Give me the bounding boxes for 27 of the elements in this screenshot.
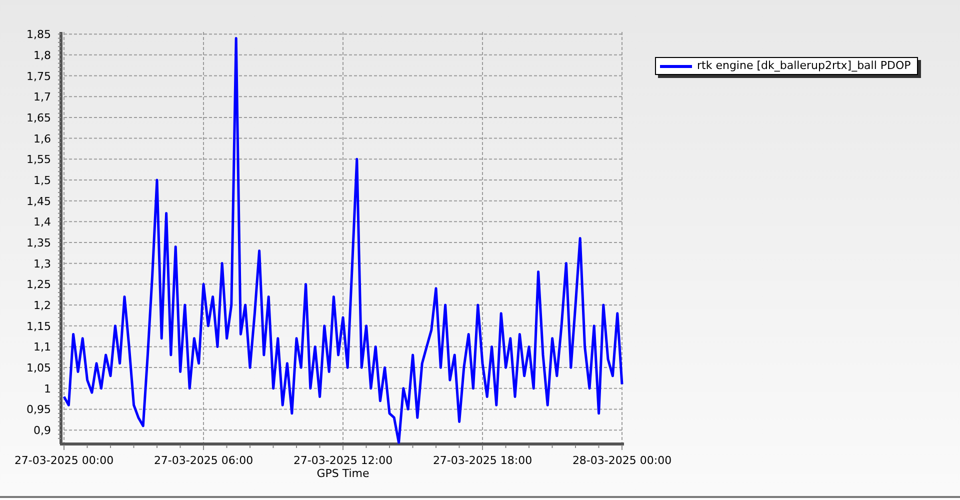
y-tick-label: 1,7 xyxy=(34,90,51,104)
y-tick-label: 1,85 xyxy=(26,28,51,42)
y-tick-label: 1 xyxy=(44,382,51,396)
x-tick-label: 27-03-2025 12:00 xyxy=(293,454,393,467)
y-tick-label: 1,45 xyxy=(26,194,51,208)
y-tick-label: 1,2 xyxy=(34,299,51,312)
y-tick-label: 0,95 xyxy=(26,403,51,416)
y-tick-label: 1,05 xyxy=(26,362,51,375)
y-tick-label: 1,5 xyxy=(34,174,51,187)
y-tick-label: 1,25 xyxy=(26,278,51,292)
y-tick-label: 1,6 xyxy=(34,132,51,146)
y-tick-label: 1,65 xyxy=(26,111,51,124)
legend-label: rtk engine [dk_ballerup2rtx]_ball PDOP xyxy=(697,59,911,73)
x-tick-label: 27-03-2025 18:00 xyxy=(432,454,532,467)
x-tick-label: 27-03-2025 00:00 xyxy=(14,454,114,467)
y-tick-label: 1,1 xyxy=(34,340,51,354)
y-tick-label: 1,55 xyxy=(26,153,51,166)
x-tick-label: 27-03-2025 06:00 xyxy=(154,454,254,467)
y-tick-label: 1,8 xyxy=(34,48,51,62)
y-tick-label: 1,3 xyxy=(34,257,51,270)
x-tick-label: 28-03-2025 00:00 xyxy=(572,454,672,467)
y-tick-label: 1,4 xyxy=(34,216,51,229)
y-tick-label: 1,75 xyxy=(26,70,51,83)
x-axis-title: GPS Time xyxy=(316,467,370,480)
y-tick-label: 1,35 xyxy=(26,236,51,250)
y-tick-label: 1,15 xyxy=(26,320,51,333)
y-tick-label: 0,9 xyxy=(34,424,51,438)
